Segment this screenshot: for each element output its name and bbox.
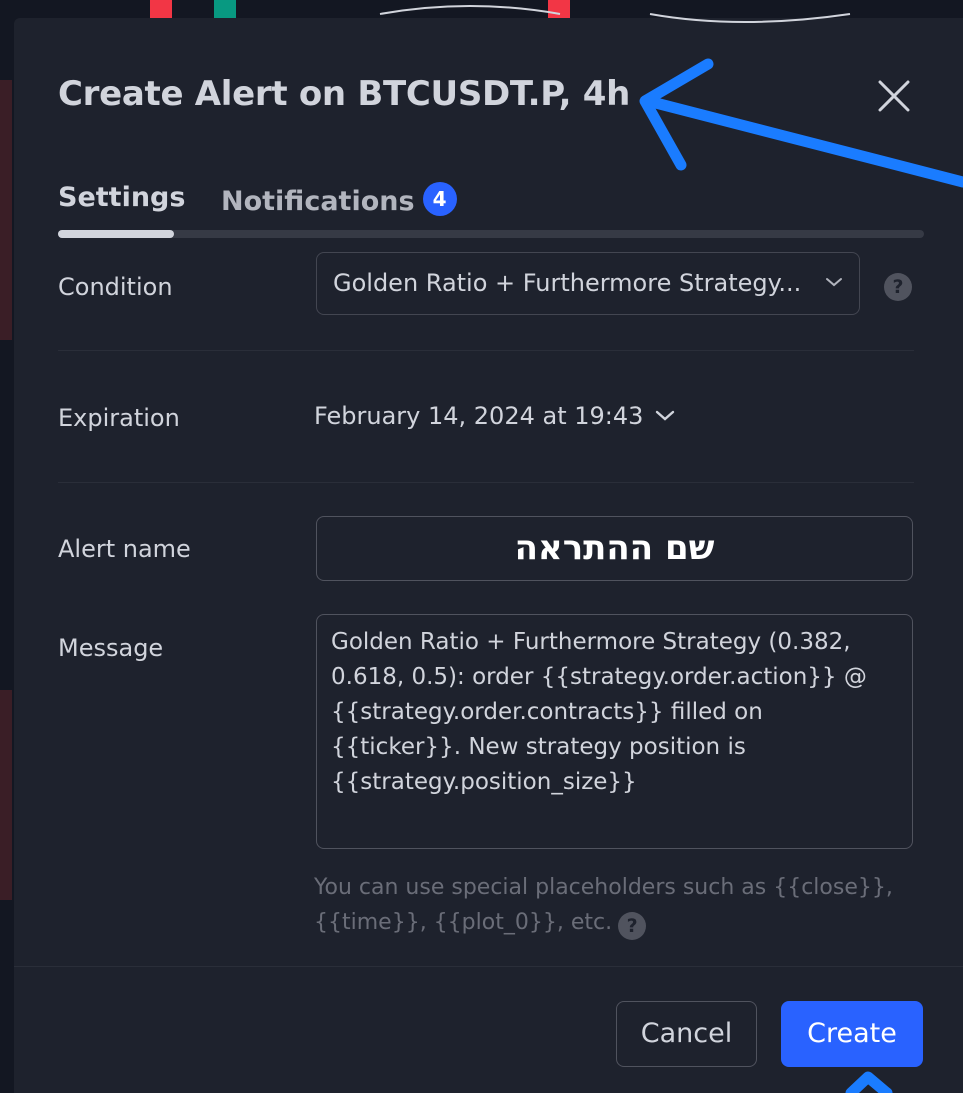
condition-help-icon[interactable]: ? xyxy=(884,273,912,301)
chart-candle xyxy=(0,80,12,340)
placeholder-help-icon[interactable]: ? xyxy=(618,912,647,940)
tab-notifications[interactable]: Notifications 4 xyxy=(221,182,457,217)
dialog-title: Create Alert on BTCUSDT.P, 4h xyxy=(58,74,631,114)
section-divider xyxy=(58,482,914,483)
chevron-down-icon xyxy=(826,278,842,287)
tab-settings-label: Settings xyxy=(58,182,186,213)
expiration-value: February 14, 2024 at 19:43 xyxy=(314,402,644,430)
tab-notifications-label: Notifications xyxy=(221,186,415,217)
tab-track xyxy=(58,230,924,238)
footer-divider xyxy=(14,966,963,967)
chevron-down-icon xyxy=(656,410,675,421)
expiration-dropdown[interactable]: February 14, 2024 at 19:43 xyxy=(314,402,675,430)
expiration-label: Expiration xyxy=(58,404,180,432)
active-tab-indicator xyxy=(58,230,174,238)
alert-name-label: Alert name xyxy=(58,535,191,563)
cancel-button[interactable]: Cancel xyxy=(616,1001,757,1067)
notifications-count-badge: 4 xyxy=(422,182,457,216)
section-divider xyxy=(58,350,914,351)
placeholder-hint-text: You can use special placeholders such as… xyxy=(314,875,893,935)
condition-select[interactable]: Golden Ratio + Furthermore Strategy... xyxy=(316,252,860,315)
create-alert-dialog: Create Alert on BTCUSDT.P, 4h Settings N… xyxy=(14,18,963,1093)
create-button[interactable]: Create xyxy=(781,1001,923,1067)
message-label: Message xyxy=(58,634,164,662)
close-button[interactable] xyxy=(874,76,914,116)
condition-label: Condition xyxy=(58,273,173,301)
placeholder-hint: You can use special placeholders such as… xyxy=(314,870,914,940)
chart-candle xyxy=(0,690,12,900)
condition-value: Golden Ratio + Furthermore Strategy... xyxy=(333,269,802,297)
alert-name-input[interactable]: שם ההתראה xyxy=(316,516,913,581)
tab-settings[interactable]: Settings xyxy=(58,182,185,213)
close-icon xyxy=(878,80,910,112)
message-textarea[interactable]: Golden Ratio + Furthermore Strategy (0.3… xyxy=(316,614,913,849)
